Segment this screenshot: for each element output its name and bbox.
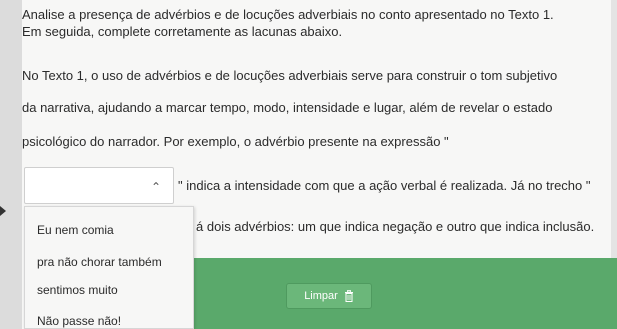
instruction-line-1: Analise a presença de advérbios e de loc…	[22, 7, 554, 22]
dropdown-option[interactable]: Eu nem comia	[37, 223, 114, 237]
instruction-text: Analise a presença de advérbios e de loc…	[22, 6, 592, 40]
instruction-line-2: Em seguida, complete corretamente as lac…	[22, 24, 343, 39]
dropdown-options-list: Eu nem comia pra não chorar também senti…	[24, 206, 194, 329]
blank-1-dropdown[interactable]: ⌃	[24, 167, 174, 204]
dropdown-option[interactable]: Não passe não!	[37, 314, 121, 328]
trash-icon	[344, 290, 353, 302]
paragraph-line-4: " indica a intensidade com que a ação ve…	[178, 178, 591, 193]
chevron-up-icon[interactable]: ⌃	[151, 180, 161, 194]
paragraph-line-1: No Texto 1, o uso de advérbios e de locu…	[22, 68, 558, 83]
paragraph-line-2: da narrativa, ajudando a marcar tempo, m…	[22, 100, 553, 115]
mouse-cursor-icon	[0, 206, 6, 216]
dropdown-option[interactable]: sentimos muito	[37, 283, 118, 297]
left-margin	[0, 0, 22, 329]
clear-button[interactable]: Limpar	[286, 283, 372, 309]
paragraph-line-5: á dois advérbios: um que indica negação …	[196, 219, 595, 234]
clear-button-label: Limpar	[304, 290, 338, 302]
action-bar	[194, 258, 617, 329]
paragraph-line-3: psicológico do narrador. Por exemplo, o …	[22, 134, 449, 149]
dropdown-option[interactable]: pra não chorar também	[37, 255, 162, 269]
